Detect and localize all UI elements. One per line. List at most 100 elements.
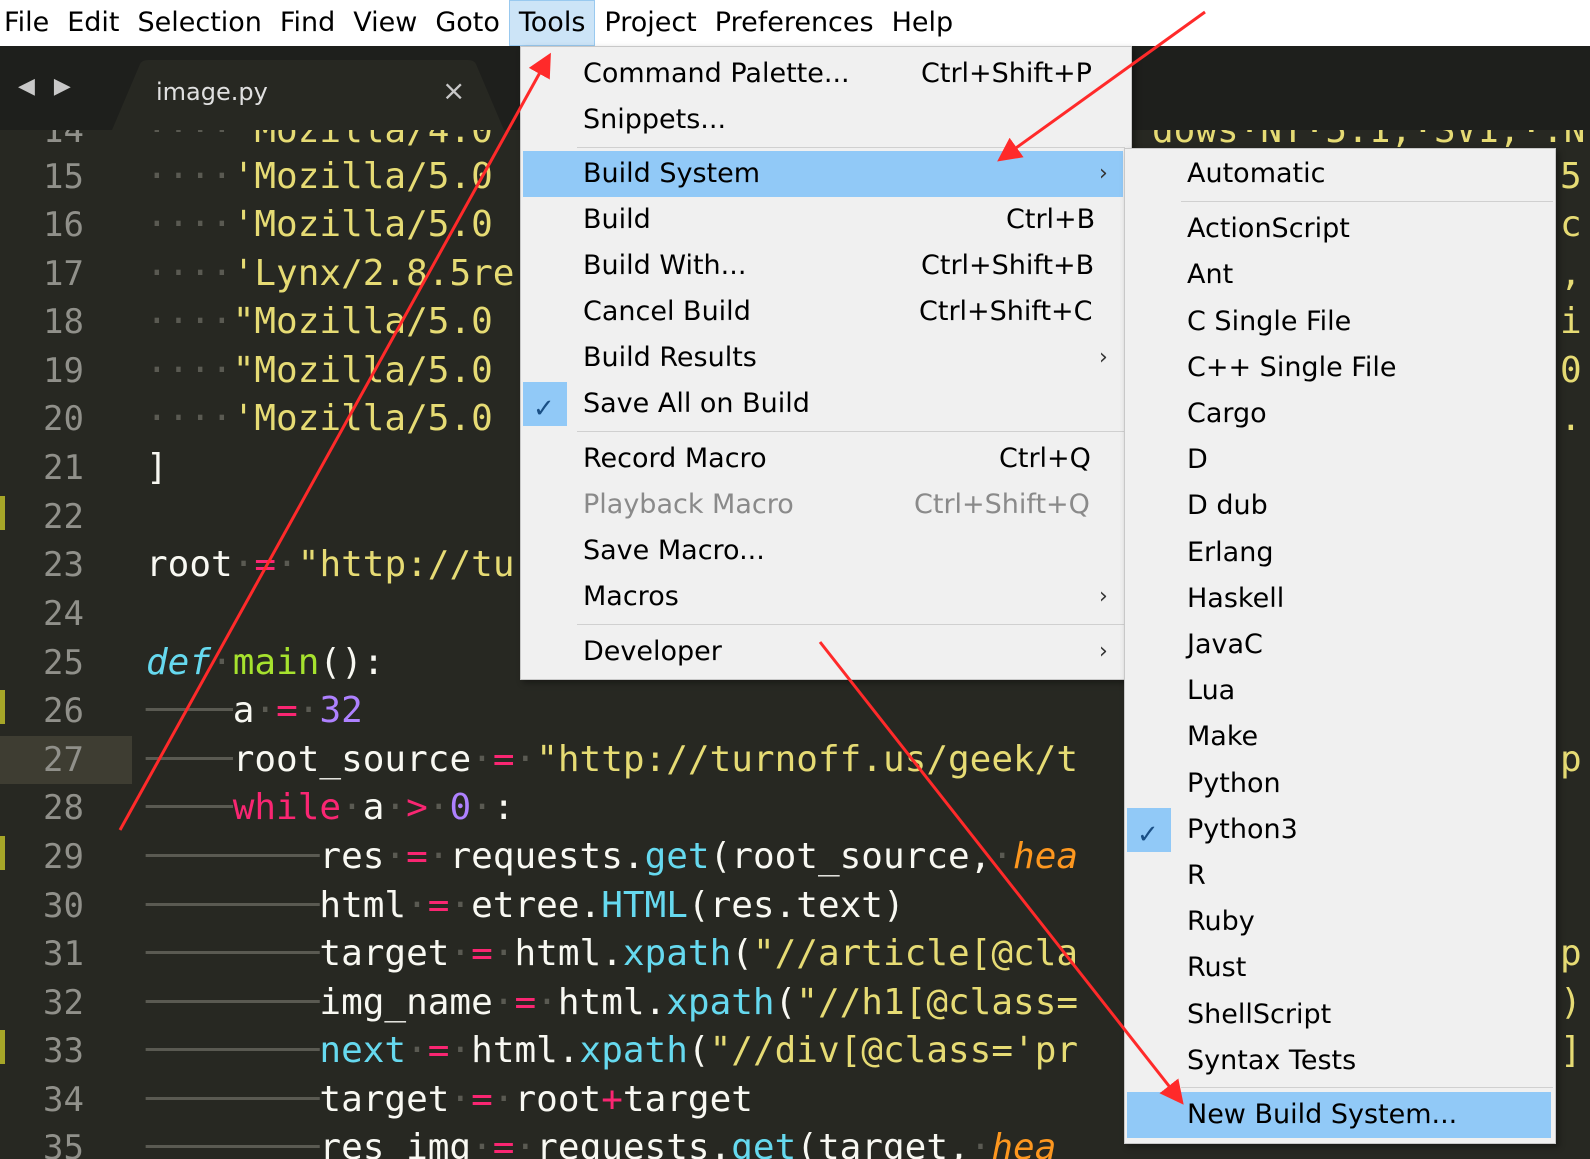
code-line: ····"Mozilla/5.0 — [146, 350, 493, 391]
build-system-cargo[interactable]: Cargo — [1125, 391, 1555, 437]
line-number: 22 — [43, 497, 84, 537]
menu-item-macros[interactable]: Macros › — [521, 574, 1131, 620]
menu-item-build[interactable]: Build Ctrl+B — [521, 197, 1131, 243]
line-number: 27 — [43, 740, 84, 780]
chevron-right-icon: › — [1099, 161, 1108, 186]
menu-selection[interactable]: Selection — [128, 0, 270, 46]
build-system-shellscript[interactable]: ShellScript — [1125, 992, 1555, 1038]
build-system-haskell[interactable]: Haskell — [1125, 576, 1555, 622]
code-line: ····"Mozilla/5.0 — [146, 301, 493, 342]
build-system-lua[interactable]: Lua — [1125, 668, 1555, 714]
tab-nav-arrows-icon[interactable]: ◀ ▶ — [18, 74, 77, 99]
menu-separator — [577, 431, 1125, 432]
line-number: 30 — [43, 886, 84, 926]
checkmark-icon: ✓ — [533, 394, 555, 424]
line-number: 14 — [43, 130, 84, 151]
code-peek: 5 — [1560, 156, 1582, 197]
build-system-r[interactable]: R — [1125, 853, 1555, 899]
code-line: ────root_source·=·"http://turnoff.us/gee… — [146, 739, 1079, 780]
line-number: 26 — [43, 691, 84, 731]
menu-item-developer[interactable]: Developer › — [521, 629, 1131, 675]
build-system-c-single-file[interactable]: C Single File — [1125, 299, 1555, 345]
line-number: 29 — [43, 837, 84, 877]
menu-file[interactable]: File — [0, 0, 58, 46]
code-line: ····'Lynx/2.8.5re — [146, 253, 515, 294]
menu-item-record-macro[interactable]: Record Macro Ctrl+Q — [521, 436, 1131, 482]
build-system-erlang[interactable]: Erlang — [1125, 530, 1555, 576]
chevron-right-icon: › — [1099, 345, 1108, 370]
code-peek: , — [1560, 253, 1582, 294]
code-line: ────────target·=·html.xpath("//article[@… — [146, 933, 1079, 974]
code-line: ····'Mozilla/5.0 — [146, 156, 493, 197]
menu-item-save-all-on-build[interactable]: ✓ Save All on Build — [521, 381, 1131, 427]
menu-item-build-system[interactable]: Build System › — [523, 151, 1123, 197]
build-system-make[interactable]: Make — [1125, 714, 1555, 760]
build-system-new-build-system[interactable]: New Build System... — [1127, 1092, 1551, 1138]
menu-item-playback-macro[interactable]: Playback Macro Ctrl+Shift+Q — [521, 482, 1131, 528]
code-line: ────while·a·>·0·: — [146, 787, 515, 828]
build-system-python3[interactable]: ✓ Python3 — [1125, 807, 1555, 853]
build-system-python[interactable]: Python — [1125, 761, 1555, 807]
menu-separator — [577, 624, 1125, 625]
gutter: 14 15 16 17 18 19 20 21 22 23 24 25 26 2… — [0, 130, 132, 1159]
code-peek: ] — [1560, 1030, 1582, 1071]
code-line: ····'Mozilla/4.0 — [146, 130, 493, 151]
menu-help[interactable]: Help — [883, 0, 963, 46]
code-line: ────────res·=·requests.get(root_source,·… — [146, 836, 1079, 877]
build-system-cpp-single-file[interactable]: C++ Single File — [1125, 345, 1555, 391]
menu-item-cancel-build[interactable]: Cancel Build Ctrl+Shift+C — [521, 289, 1131, 335]
line-number: 21 — [43, 448, 84, 488]
checkmark-background: ✓ — [523, 382, 567, 426]
menu-item-snippets[interactable]: Snippets... — [521, 97, 1131, 143]
line-number: 19 — [43, 351, 84, 391]
line-number: 33 — [43, 1031, 84, 1071]
menu-separator — [577, 147, 1125, 148]
code-peek: p — [1560, 933, 1582, 974]
code-peek: 0 — [1560, 350, 1582, 391]
menu-project[interactable]: Project — [595, 0, 705, 46]
code-line: ····'Mozilla/5.0 — [146, 204, 493, 245]
code-peek: ) — [1560, 982, 1582, 1023]
build-system-javac[interactable]: JavaC — [1125, 622, 1555, 668]
menu-item-build-with[interactable]: Build With... Ctrl+Shift+B — [521, 243, 1131, 289]
line-number: 24 — [43, 594, 84, 634]
menu-separator — [1181, 201, 1553, 202]
menu-edit[interactable]: Edit — [58, 0, 128, 46]
close-icon[interactable]: × — [442, 74, 465, 107]
code-line: ────────img_name·=·html.xpath("//h1[@cla… — [146, 982, 1079, 1023]
menu-goto[interactable]: Goto — [426, 0, 509, 46]
build-system-ant[interactable]: Ant — [1125, 252, 1555, 298]
tools-menu: Command Palette... Ctrl+Shift+P Snippets… — [520, 46, 1132, 680]
line-number: 28 — [43, 788, 84, 828]
build-system-ruby[interactable]: Ruby — [1125, 899, 1555, 945]
code-line: root·=·"http://tu — [146, 544, 515, 585]
line-number: 15 — [43, 157, 84, 197]
menu-item-command-palette[interactable]: Command Palette... Ctrl+Shift+P — [521, 51, 1131, 97]
line-number: 35 — [43, 1128, 84, 1159]
line-number: 25 — [43, 643, 84, 683]
tab-image-py[interactable]: image.py × — [112, 60, 504, 130]
code-line: ────────target·=·root+target — [146, 1079, 753, 1120]
build-system-d[interactable]: D — [1125, 437, 1555, 483]
code-peek: . — [1560, 398, 1582, 439]
code-line: ····'Mozilla/5.0 — [146, 398, 493, 439]
build-system-submenu: Automatic ActionScript Ant C Single File… — [1124, 148, 1556, 1144]
line-number: 17 — [43, 254, 84, 294]
line-number: 32 — [43, 983, 84, 1023]
build-system-actionscript[interactable]: ActionScript — [1125, 206, 1555, 252]
line-number: 16 — [43, 205, 84, 245]
menu-item-save-macro[interactable]: Save Macro... — [521, 528, 1131, 574]
build-system-syntax-tests[interactable]: Syntax Tests — [1125, 1038, 1555, 1084]
menu-tools[interactable]: Tools — [508, 0, 596, 46]
build-system-automatic[interactable]: Automatic — [1125, 151, 1555, 197]
code-line: ] — [146, 447, 168, 488]
menu-view[interactable]: View — [344, 0, 426, 46]
chevron-right-icon: › — [1099, 639, 1108, 664]
build-system-d-dub[interactable]: D dub — [1125, 483, 1555, 529]
menu-find[interactable]: Find — [271, 0, 344, 46]
menu-preferences[interactable]: Preferences — [706, 0, 883, 46]
menu-item-build-results[interactable]: Build Results › — [521, 335, 1131, 381]
checkmark-icon: ✓ — [1137, 820, 1159, 850]
line-number: 34 — [43, 1080, 84, 1120]
build-system-rust[interactable]: Rust — [1125, 945, 1555, 991]
